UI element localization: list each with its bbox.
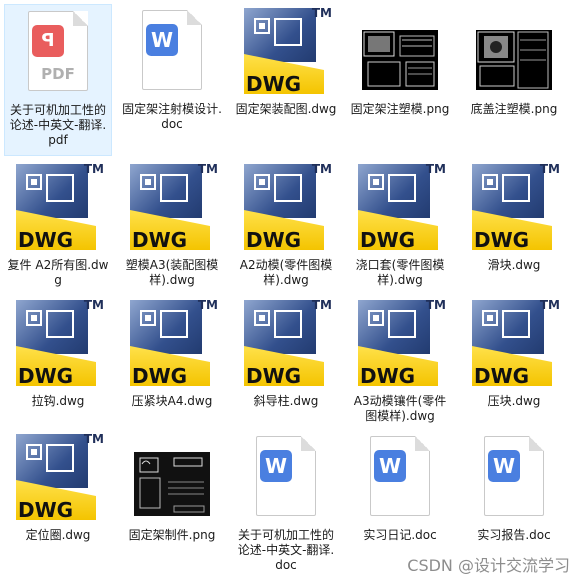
file-item[interactable]: 固定架制件.png	[118, 430, 226, 543]
file-name: 压紧块A4.dwg	[131, 394, 213, 408]
file-item[interactable]: TM DWG 固定架装配图.dwg	[232, 4, 340, 117]
dwg-icon: TM DWG	[244, 298, 332, 388]
dwg-icon: TM DWG	[244, 6, 332, 96]
dwg-icon: TM DWG	[16, 432, 104, 522]
file-name: 实习报告.doc	[477, 528, 551, 542]
file-item[interactable]: TM DWG 斜导柱.dwg	[232, 296, 340, 409]
file-name: 固定架制件.png	[128, 528, 216, 542]
file-grid: ꟼ PDF 关于可机加工性的论述-中英文-翻译.pdf W 固定架注射模设计.d…	[0, 0, 576, 582]
dwg-icon: TM DWG	[472, 298, 560, 388]
file-name: A3动模镶件(零件图模样).dwg	[353, 394, 447, 423]
file-item[interactable]: TM DWG 滑块.dwg	[460, 160, 568, 273]
drawing-thumbnail-icon	[466, 4, 562, 100]
drawing-thumbnail-icon	[352, 4, 448, 100]
file-name: 复件 A2所有图.dwg	[7, 258, 109, 287]
file-name: 固定架注塑模.png	[350, 102, 450, 116]
file-name: 浇口套(零件图模样).dwg	[355, 258, 445, 287]
file-item[interactable]: W 关于可机加工性的论述-中英文-翻译.doc	[232, 430, 340, 573]
file-name: A2动模(零件图模样).dwg	[239, 258, 333, 287]
dwg-icon: TM DWG	[16, 162, 104, 252]
dwg-icon: TM DWG	[358, 298, 446, 388]
pdf-icon: ꟼ PDF	[10, 5, 106, 101]
file-item[interactable]: TM DWG 压紧块A4.dwg	[118, 296, 226, 409]
file-item[interactable]: W 实习日记.doc	[346, 430, 454, 543]
file-item[interactable]: W 实习报告.doc	[460, 430, 568, 543]
dwg-icon: TM DWG	[472, 162, 560, 252]
file-item[interactable]: TM DWG A2动模(零件图模样).dwg	[232, 160, 340, 288]
word-icon: W	[238, 430, 334, 526]
dwg-icon: TM DWG	[130, 162, 218, 252]
file-item[interactable]: TM DWG A3动模镶件(零件图模样).dwg	[346, 296, 454, 424]
file-name: 固定架注射模设计.doc	[122, 102, 222, 131]
file-name: 关于可机加工性的论述-中英文-翻译.doc	[237, 528, 335, 572]
file-name: 定位圈.dwg	[25, 528, 91, 542]
file-name: 斜导柱.dwg	[253, 394, 319, 408]
file-item[interactable]: TM DWG 压块.dwg	[460, 296, 568, 409]
watermark-text: CSDN @设计交流学习	[407, 556, 570, 575]
file-name: 拉钩.dwg	[31, 394, 85, 408]
file-item[interactable]: 固定架注塑模.png	[346, 4, 454, 117]
file-item[interactable]: TM DWG 复件 A2所有图.dwg	[4, 160, 112, 288]
file-name: 关于可机加工性的论述-中英文-翻译.pdf	[9, 103, 107, 147]
dwg-icon: TM DWG	[16, 298, 104, 388]
file-name: 滑块.dwg	[487, 258, 541, 272]
word-icon: W	[352, 430, 448, 526]
file-name: 压块.dwg	[487, 394, 541, 408]
file-name: 塑模A3(装配图模样).dwg	[125, 258, 219, 287]
file-item[interactable]: TM DWG 拉钩.dwg	[4, 296, 112, 409]
file-item[interactable]: TM DWG 浇口套(零件图模样).dwg	[346, 160, 454, 288]
file-name: 底盖注塑模.png	[470, 102, 558, 116]
file-item[interactable]: ꟼ PDF 关于可机加工性的论述-中英文-翻译.pdf	[4, 4, 112, 156]
drawing-thumbnail-icon	[124, 430, 220, 526]
file-name: 实习日记.doc	[363, 528, 437, 542]
dwg-icon: TM DWG	[244, 162, 332, 252]
dwg-icon: TM DWG	[130, 298, 218, 388]
file-item[interactable]: TM DWG 塑模A3(装配图模样).dwg	[118, 160, 226, 288]
file-item[interactable]: W 固定架注射模设计.doc	[118, 4, 226, 132]
file-item[interactable]: TM DWG 定位圈.dwg	[4, 430, 112, 543]
word-icon: W	[124, 4, 220, 100]
dwg-icon: TM DWG	[358, 162, 446, 252]
file-name: 固定架装配图.dwg	[235, 102, 337, 116]
word-icon: W	[466, 430, 562, 526]
file-item[interactable]: 底盖注塑模.png	[460, 4, 568, 117]
